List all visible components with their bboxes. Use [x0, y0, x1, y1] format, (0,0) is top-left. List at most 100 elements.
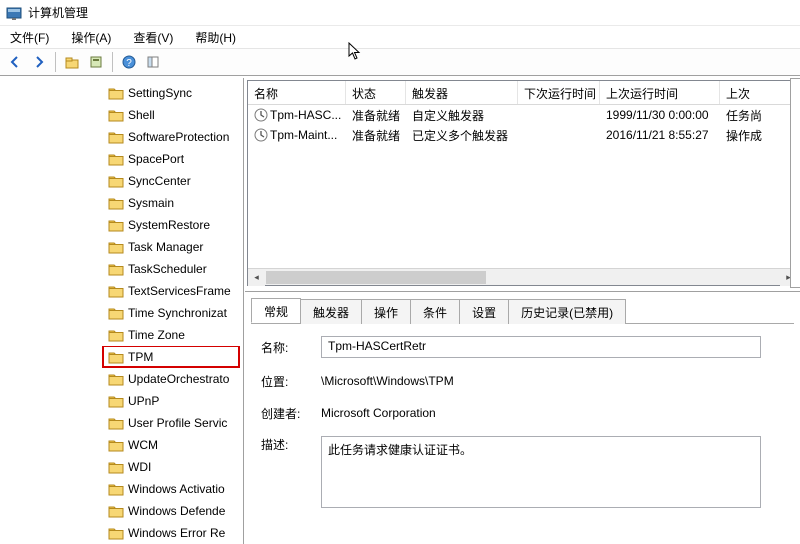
tree-item[interactable]: TextServicesFrame [0, 280, 243, 302]
tab-actions[interactable]: 操作 [361, 299, 411, 324]
folder-icon [108, 328, 124, 342]
cell-name: Tpm-HASC... [248, 106, 346, 125]
actions-pane-sliver [790, 78, 800, 288]
cell-next [518, 133, 600, 137]
back-button[interactable] [4, 51, 26, 73]
cell-result: 任务尚 [720, 105, 797, 126]
tree-item[interactable]: TPM [0, 346, 243, 368]
label-location: 位置: [261, 373, 321, 390]
tree-item[interactable]: Time Zone [0, 324, 243, 346]
scroll-left-arrow[interactable]: ◂ [248, 269, 265, 286]
tree-item[interactable]: SpacePort [0, 148, 243, 170]
folder-icon [108, 460, 124, 474]
tree-item[interactable]: WDI [0, 456, 243, 478]
properties-button[interactable] [85, 51, 107, 73]
tree-item[interactable]: WCM [0, 434, 243, 456]
scroll-thumb[interactable] [266, 271, 486, 284]
tab-strip: 常规 触发器 操作 条件 设置 历史记录(已禁用) [251, 298, 794, 324]
folder-icon [108, 86, 124, 100]
client-area: SettingSync Shell SoftwareProtectionSpaceP… [0, 78, 800, 544]
tree-item-label: Sysmain [128, 196, 174, 210]
value-author: Microsoft Corporation [321, 404, 784, 422]
tree-item[interactable]: Windows Error Re [0, 522, 243, 544]
folder-icon [108, 372, 124, 386]
folder-icon [108, 218, 124, 232]
tree-item-label: TaskScheduler [128, 262, 207, 276]
help-button[interactable]: ? [118, 51, 140, 73]
tree-item-label: UpdateOrchestrato [128, 372, 229, 386]
col-last[interactable]: 上次运行时间 [600, 81, 720, 104]
folder-icon [108, 350, 124, 364]
toolbar: ? [0, 48, 800, 76]
tree-item[interactable]: Windows Defende [0, 500, 243, 522]
toolbar-separator [112, 52, 113, 72]
folder-icon [108, 526, 124, 540]
up-button[interactable] [61, 51, 83, 73]
menu-bar: 文件(F) 操作(A) 查看(V) 帮助(H) [0, 26, 800, 48]
tree-item[interactable]: UPnP [0, 390, 243, 412]
menu-file[interactable]: 文件(F) [6, 27, 53, 48]
tree-item[interactable]: Sysmain [0, 192, 243, 214]
app-icon [6, 5, 22, 21]
folder-icon [108, 108, 124, 122]
tab-triggers[interactable]: 触发器 [300, 299, 362, 324]
tree-item[interactable]: Shell [0, 104, 243, 126]
folder-icon [108, 152, 124, 166]
task-icon [254, 128, 268, 142]
field-description[interactable]: 此任务请求健康认证证书。 [321, 436, 761, 508]
folder-icon [108, 438, 124, 452]
folder-icon [108, 416, 124, 430]
field-name[interactable]: Tpm-HASCertRetr [321, 336, 761, 358]
col-name[interactable]: 名称 [248, 81, 346, 104]
cell-trigger: 已定义多个触发器 [406, 125, 518, 146]
tab-settings[interactable]: 设置 [459, 299, 509, 324]
tree-item[interactable]: SoftwareProtection [0, 126, 243, 148]
tree-item-label: Shell [128, 108, 155, 122]
tree[interactable]: SettingSync Shell SoftwareProtectionSpaceP… [0, 78, 243, 544]
right-panel: 名称 状态 触发器 下次运行时间 上次运行时间 上次 Tpm-HASC...准备… [244, 78, 800, 544]
menu-view[interactable]: 查看(V) [129, 27, 177, 48]
forward-button[interactable] [28, 51, 50, 73]
menu-help[interactable]: 帮助(H) [191, 27, 240, 48]
cell-result: 操作成 [720, 125, 797, 146]
horizontal-scrollbar[interactable]: ◂ ▸ [248, 268, 797, 285]
task-row[interactable]: Tpm-HASC...准备就绪自定义触发器1999/11/30 0:00:00任… [248, 105, 797, 125]
window-title: 计算机管理 [28, 4, 88, 21]
task-icon [254, 108, 268, 122]
tab-history[interactable]: 历史记录(已禁用) [508, 299, 626, 324]
tab-general[interactable]: 常规 [251, 298, 301, 323]
list-header: 名称 状态 触发器 下次运行时间 上次运行时间 上次 [248, 81, 797, 105]
tree-item[interactable]: Time Synchronizat [0, 302, 243, 324]
col-trigger[interactable]: 触发器 [406, 81, 518, 104]
tree-item-label: UPnP [128, 394, 159, 408]
tree-item[interactable]: User Profile Servic [0, 412, 243, 434]
tree-item[interactable]: TaskScheduler [0, 258, 243, 280]
cell-next [518, 113, 600, 117]
tree-item[interactable]: SyncCenter [0, 170, 243, 192]
task-row[interactable]: Tpm-Maint...准备就绪已定义多个触发器2016/11/21 8:55:… [248, 125, 797, 145]
svg-text:?: ? [126, 58, 132, 69]
tree-item-label: SyncCenter [128, 174, 191, 188]
col-result[interactable]: 上次 [720, 81, 797, 104]
tree-item-label: Task Manager [128, 240, 203, 254]
col-next[interactable]: 下次运行时间 [518, 81, 600, 104]
tab-conditions[interactable]: 条件 [410, 299, 460, 324]
tree-panel: SettingSync Shell SoftwareProtectionSpaceP… [0, 78, 244, 544]
tree-item-label: WCM [128, 438, 158, 452]
cell-last: 1999/11/30 0:00:00 [600, 106, 720, 124]
tree-item[interactable]: UpdateOrchestrato [0, 368, 243, 390]
label-author: 创建者: [261, 405, 321, 422]
menu-action[interactable]: 操作(A) [67, 27, 115, 48]
tree-item[interactable]: SystemRestore [0, 214, 243, 236]
tree-item[interactable]: Task Manager [0, 236, 243, 258]
tree-item[interactable]: SettingSync [0, 82, 243, 104]
show-hide-button[interactable] [142, 51, 164, 73]
col-status[interactable]: 状态 [346, 81, 406, 104]
folder-icon [108, 504, 124, 518]
tree-item-label: SystemRestore [128, 218, 210, 232]
list-body[interactable]: Tpm-HASC...准备就绪自定义触发器1999/11/30 0:00:00任… [248, 105, 797, 268]
cell-status: 准备就绪 [346, 105, 406, 126]
label-name: 名称: [261, 339, 321, 356]
tree-item[interactable]: Windows Activatio [0, 478, 243, 500]
task-list-panel: 名称 状态 触发器 下次运行时间 上次运行时间 上次 Tpm-HASC...准备… [245, 78, 800, 292]
